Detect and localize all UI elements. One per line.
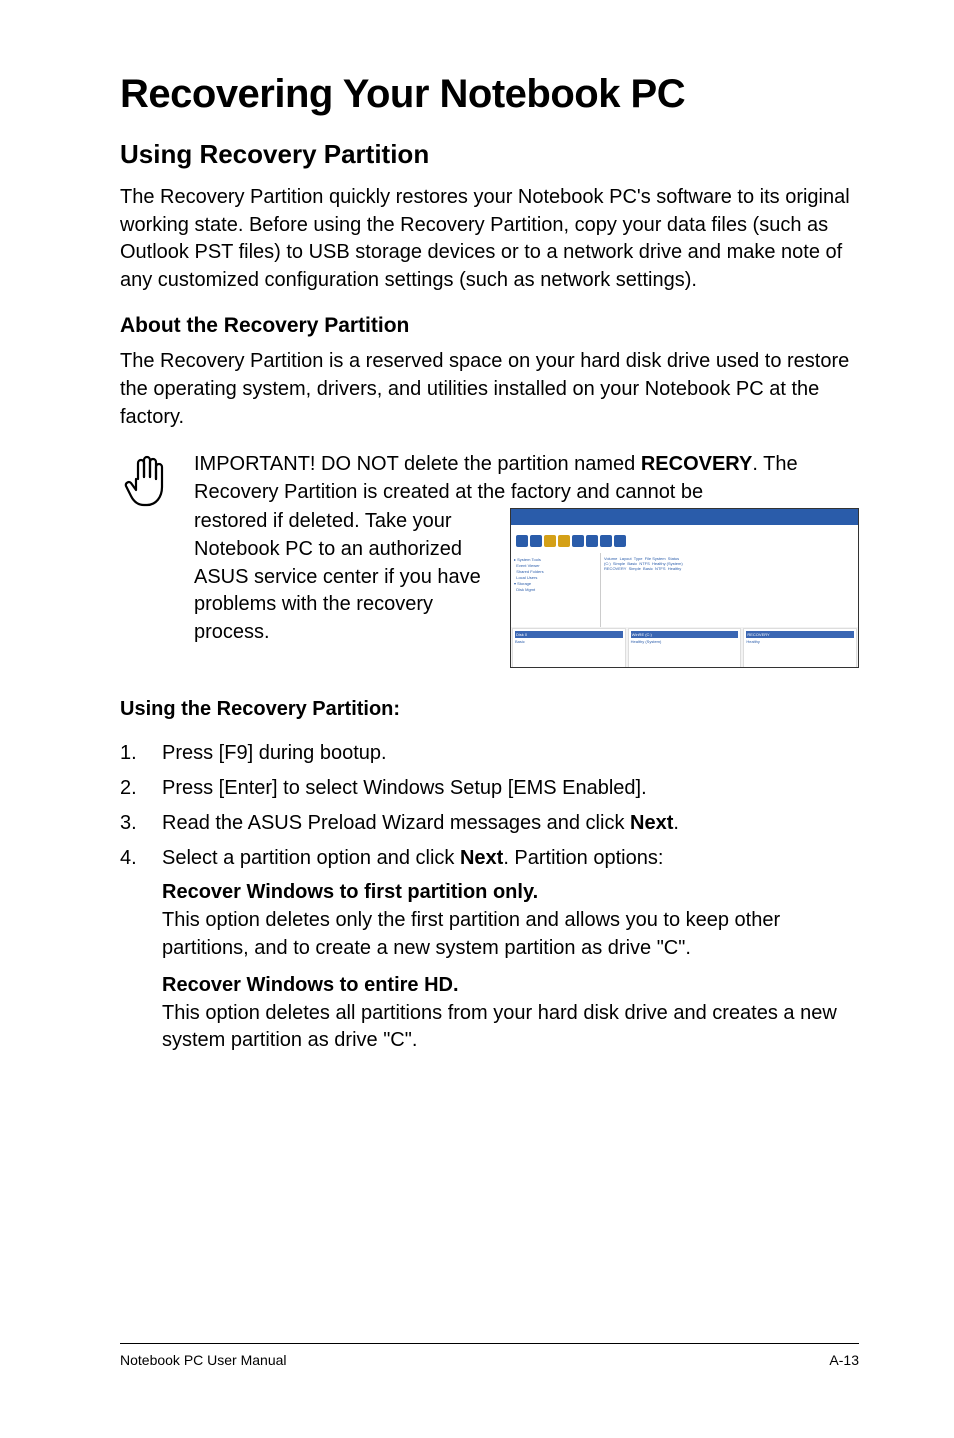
option-2: Recover Windows to entire HD. This optio… bbox=[120, 972, 859, 1055]
footer-right: A-13 bbox=[829, 1352, 859, 1368]
important-text: IMPORTANT! DO NOT delete the partition n… bbox=[194, 451, 859, 506]
step-3-bold: Next bbox=[630, 812, 673, 834]
step-3-post: . bbox=[673, 812, 679, 834]
important-bold: RECOVERY bbox=[641, 453, 753, 475]
step-4-bold: Next bbox=[460, 847, 503, 869]
option-1-title: Recover Windows to first partition only. bbox=[162, 879, 859, 907]
important-block: IMPORTANT! DO NOT delete the partition n… bbox=[120, 451, 859, 668]
step-2: Press [Enter] to select Windows Setup [E… bbox=[120, 774, 859, 803]
footer-left: Notebook PC User Manual bbox=[120, 1352, 287, 1368]
important-continuation: restored if deleted. Take your Notebook … bbox=[194, 508, 494, 668]
steps-list: Press [F9] during bootup. Press [Enter] … bbox=[120, 739, 859, 873]
step-3: Read the ASUS Preload Wizard messages an… bbox=[120, 809, 859, 838]
hand-stop-icon bbox=[120, 451, 172, 516]
step-4: Select a partition option and click Next… bbox=[120, 844, 859, 873]
section-heading: Using Recovery Partition bbox=[120, 139, 859, 170]
option-2-title: Recover Windows to entire HD. bbox=[162, 972, 859, 1000]
step-1: Press [F9] during bootup. bbox=[120, 739, 859, 768]
page-title: Recovering Your Notebook PC bbox=[120, 72, 859, 117]
step-4-pre: Select a partition option and click bbox=[162, 847, 460, 869]
about-paragraph: The Recovery Partition is a reserved spa… bbox=[120, 348, 859, 431]
using-heading: Using the Recovery Partition: bbox=[120, 698, 859, 721]
option-1: Recover Windows to first partition only.… bbox=[120, 879, 859, 962]
disk-management-screenshot: ▸ System Tools Event Viewer Shared Folde… bbox=[510, 508, 859, 668]
about-heading: About the Recovery Partition bbox=[120, 314, 859, 338]
step-4-post: . Partition options: bbox=[503, 847, 663, 869]
intro-paragraph: The Recovery Partition quickly restores … bbox=[120, 184, 859, 294]
important-lead: IMPORTANT! DO NOT delete the partition n… bbox=[194, 453, 641, 475]
page-footer: Notebook PC User Manual A-13 bbox=[120, 1343, 859, 1368]
step-3-pre: Read the ASUS Preload Wizard messages an… bbox=[162, 812, 630, 834]
option-1-body: This option deletes only the first parti… bbox=[162, 907, 859, 962]
option-2-body: This option deletes all partitions from … bbox=[162, 1000, 859, 1055]
